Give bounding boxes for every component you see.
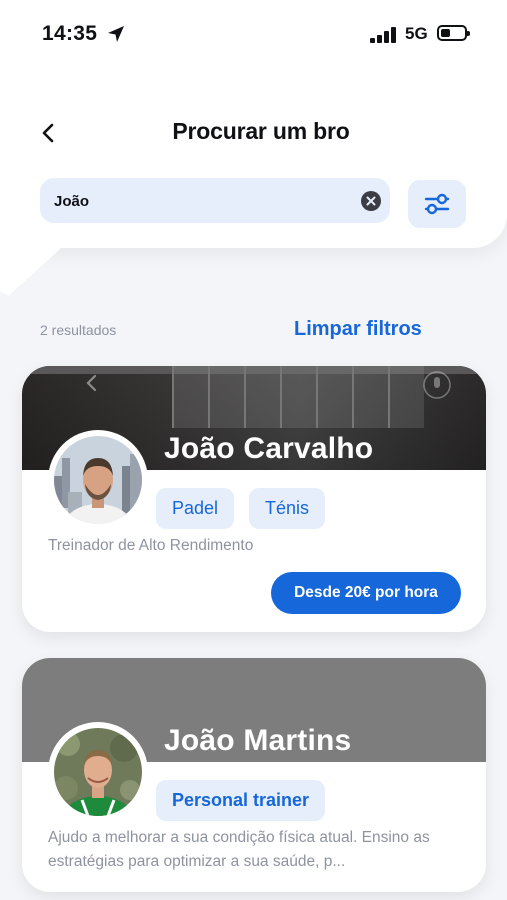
- sliders-icon: [424, 193, 450, 215]
- trainer-name: João Carvalho: [164, 432, 374, 465]
- network-type: 5G: [405, 24, 428, 43]
- search-input[interactable]: [52, 178, 356, 225]
- results-count: 2 resultados: [40, 322, 117, 338]
- trainer-name: João Martins: [164, 724, 352, 757]
- trainer-card[interactable]: João Martins Personal trainer Ajudo a me…: [22, 658, 486, 892]
- trainer-subtitle: Treinador de Alto Rendimento: [48, 537, 254, 554]
- battery-icon: [437, 25, 470, 41]
- filter-button[interactable]: [408, 180, 466, 228]
- avatar: [48, 722, 148, 822]
- signal-bars-icon: [370, 27, 398, 43]
- microphone-icon: [423, 371, 451, 399]
- sport-tag: Personal trainer: [156, 780, 326, 821]
- header-tail-decoration: [0, 240, 70, 296]
- status-time: 14:35: [42, 22, 98, 45]
- sport-tag: Padel: [156, 488, 235, 529]
- sport-tag: Ténis: [249, 488, 326, 529]
- avatar: [48, 430, 148, 530]
- page-title: Procurar um bro: [172, 118, 350, 144]
- price-button[interactable]: Desde 20€ por hora: [271, 572, 461, 614]
- location-arrow-icon: [108, 26, 124, 42]
- trainer-card[interactable]: João Carvalho Padel Ténis Treinador de A…: [22, 366, 486, 632]
- search-box: [40, 178, 390, 225]
- clear-x-icon[interactable]: [360, 190, 382, 212]
- trainer-description: Ajudo a melhorar a sua condição física a…: [48, 829, 430, 870]
- clear-filters-link[interactable]: Limpar filtros: [294, 318, 422, 341]
- chevron-left-icon: [86, 374, 97, 392]
